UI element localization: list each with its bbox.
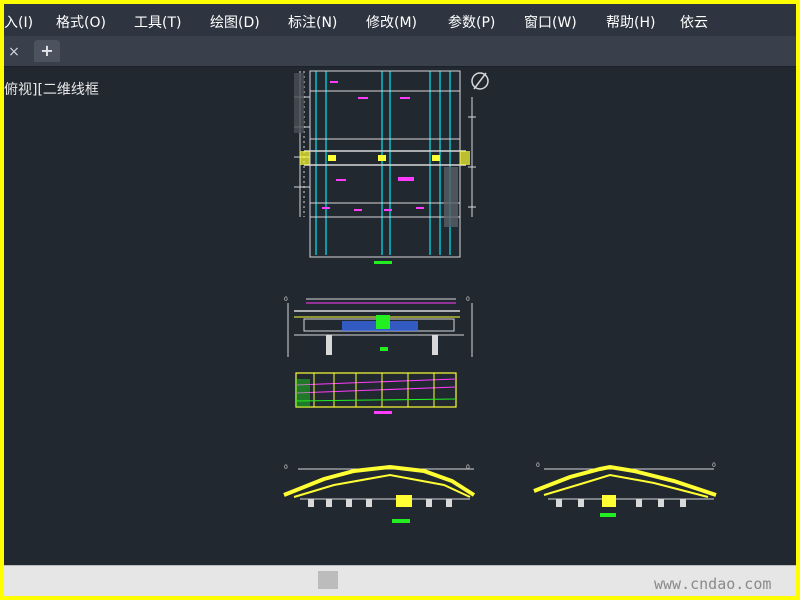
close-tab-icon[interactable]: ×	[4, 42, 24, 62]
scrollbar-thumb[interactable]	[318, 571, 338, 589]
arch-elevation-right: 0 0	[533, 462, 717, 517]
menu-parametric[interactable]: 参数(P)	[448, 12, 495, 32]
menu-draw[interactable]: 绘图(D)	[210, 12, 260, 32]
menu-format[interactable]: 格式(O)	[56, 12, 106, 32]
horizontal-scrollbar[interactable]: www.cndao.com	[4, 565, 796, 596]
drawing-canvas[interactable]: 俯视][二维线框 0 0 0 0 0 0	[4, 67, 796, 565]
elevation-view	[295, 372, 457, 414]
app-window: 入(I) 格式(O) 工具(T) 绘图(D) 标注(N) 修改(M) 参数(P)…	[4, 4, 796, 596]
svg-text:0: 0	[284, 464, 288, 471]
menu-modify[interactable]: 修改(M)	[366, 12, 417, 32]
menu-window[interactable]: 窗口(W)	[524, 12, 577, 32]
file-tab-bar: × +	[4, 36, 796, 67]
menu-bar: 入(I) 格式(O) 工具(T) 绘图(D) 标注(N) 修改(M) 参数(P)…	[4, 4, 796, 36]
menu-dimension[interactable]: 标注(N)	[288, 12, 337, 32]
svg-text:0: 0	[466, 296, 470, 303]
arch-elevation-left: 0 0	[283, 464, 476, 523]
svg-text:0: 0	[712, 462, 716, 469]
svg-text:0: 0	[466, 464, 470, 471]
svg-text:0: 0	[284, 296, 288, 303]
cad-drawing: 0 0 0 0 0 0	[283, 70, 717, 523]
menu-tools[interactable]: 工具(T)	[134, 12, 181, 32]
watermark-text: www.cndao.com	[654, 575, 772, 593]
menu-insert[interactable]: 入(I)	[4, 12, 33, 32]
svg-text:0: 0	[536, 462, 540, 469]
new-tab-button[interactable]: +	[34, 40, 60, 62]
section-view: 0 0	[284, 296, 473, 357]
menu-yiyun[interactable]: 依云	[680, 12, 708, 32]
plan-view	[294, 70, 489, 264]
menu-help[interactable]: 帮助(H)	[606, 12, 655, 32]
